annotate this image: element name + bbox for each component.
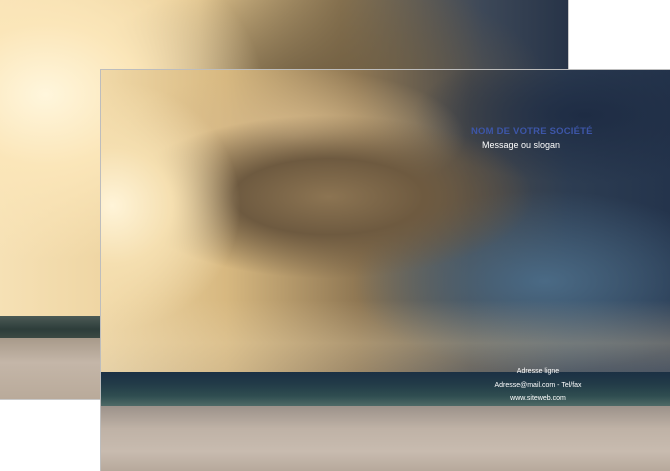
slogan: Message ou slogan <box>481 140 561 150</box>
address-line: Adresse ligne <box>516 368 560 375</box>
website: www.siteweb.com <box>510 395 566 402</box>
rain-haze <box>101 300 670 372</box>
sand-beach <box>101 406 670 471</box>
front-flyer-page: NOM DE VOTRE SOCIÉTÉ Message ou slogan A… <box>101 70 670 471</box>
company-name: NOM DE VOTRE SOCIÉTÉ <box>471 126 593 137</box>
contact-block: Adresse ligne Adresse@mail.com - Tel/fax… <box>473 365 603 406</box>
contact-line: Adresse@mail.com - Tel/fax <box>494 381 582 389</box>
